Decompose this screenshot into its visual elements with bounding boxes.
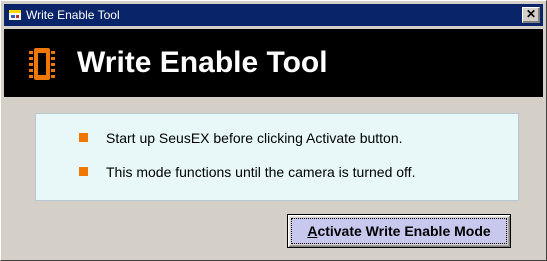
close-icon: ✕ (525, 7, 537, 21)
bullet-square-icon (79, 167, 88, 176)
title-bar[interactable]: Write Enable Tool ✕ (4, 4, 543, 26)
instruction-item: Start up SeusEX before clicking Activate… (36, 128, 518, 148)
header-banner: Write Enable Tool (4, 29, 543, 97)
window-title: Write Enable Tool (26, 8, 120, 22)
activate-button-face[interactable]: Activate Write Enable Mode (291, 218, 507, 244)
app-window-icon[interactable] (8, 8, 22, 22)
info-panel: Start up SeusEX before clicking Activate… (35, 113, 519, 201)
app-window: Write Enable Tool ✕ Write Enable Tool St… (0, 0, 547, 261)
instruction-item: This mode functions until the camera is … (36, 162, 518, 182)
close-button[interactable]: ✕ (522, 7, 540, 23)
instruction-text: This mode functions until the camera is … (106, 164, 416, 180)
activate-mnemonic: A (307, 223, 318, 239)
chip-icon (29, 48, 55, 80)
activate-write-enable-button[interactable]: Activate Write Enable Mode (287, 214, 511, 248)
bullet-square-icon (79, 133, 88, 142)
activate-label: ctivate Write Enable Mode (317, 223, 491, 239)
instruction-text: Start up SeusEX before clicking Activate… (106, 130, 403, 146)
banner-title: Write Enable Tool (77, 46, 328, 79)
